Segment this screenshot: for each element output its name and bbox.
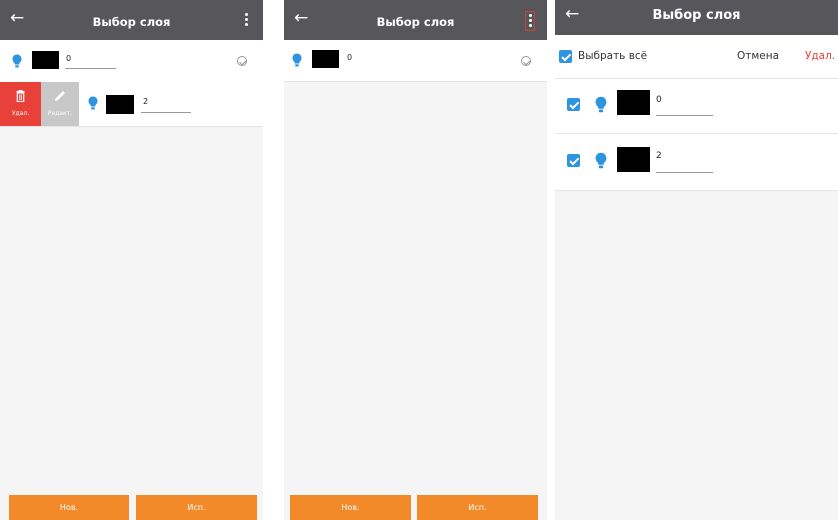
check-circle-icon[interactable] [237,56,247,66]
pencil-icon [55,91,65,101]
new-button[interactable]: Нов. [9,495,129,520]
layer-color-swatch[interactable] [312,50,339,68]
cancel-button[interactable]: Отмена [737,50,779,62]
layer-name: 0 [347,53,353,62]
layer-color-swatch[interactable] [617,147,650,172]
layer-name: 2 [143,97,149,106]
delete-selected-button[interactable]: Удал. [805,50,835,62]
name-underline [141,112,191,113]
layer-color-swatch[interactable] [106,95,134,114]
edit-label: Редакт. [47,110,73,117]
trash-icon [16,90,25,102]
bulb-icon[interactable] [88,96,98,110]
layer-row[interactable]: 0 [555,79,838,134]
name-underline [656,172,713,173]
delete-action-button[interactable]: Удал. [0,82,41,126]
bulb-icon[interactable] [595,152,607,169]
page-title: Выбор слоя [376,15,455,29]
layer-row[interactable]: 0 [284,40,547,82]
layer-name: 0 [66,54,72,63]
name-underline [65,68,116,69]
more-menu-icon[interactable] [245,13,249,28]
layer-color-swatch[interactable] [32,51,59,69]
bulb-icon[interactable] [292,53,302,67]
screen-multi-select: ← Выбор слоя Выбрать всё Отмена Удал. 0 … [555,0,838,520]
layer-name: 0 [656,95,662,105]
selection-toolbar: Выбрать всё Отмена Удал. [555,35,838,79]
row-checkbox[interactable] [567,154,580,167]
edit-action-button[interactable]: Редакт. [41,82,79,126]
delete-label: Удал. [11,110,30,117]
bulb-icon[interactable] [595,96,607,113]
more-menu-icon[interactable] [525,11,535,31]
layer-name: 2 [656,151,662,161]
page-title: Выбор слоя [92,15,171,29]
select-all-checkbox[interactable] [559,50,572,63]
new-button[interactable]: Нов. [290,495,411,520]
check-circle-icon[interactable] [521,56,531,66]
app-bar: ← Выбор слоя [555,0,838,35]
page-title: Выбор слоя [652,8,741,23]
select-all-label[interactable]: Выбрать всё [578,50,647,62]
app-bar: ← Выбор слоя [0,0,263,40]
name-underline [656,115,713,116]
use-button[interactable]: Исп. [136,495,257,520]
layer-row[interactable]: 2 [555,134,838,191]
app-bar: ← Выбор слоя [284,0,547,40]
bulb-icon[interactable] [12,54,22,68]
layer-color-swatch[interactable] [617,90,650,115]
screen-swipe-row: ← Выбор слоя 0 2 Удал. Редакт. Нов. Исп. [0,0,263,520]
layer-row[interactable]: 0 [0,40,263,83]
use-button[interactable]: Исп. [417,495,538,520]
screen-menu-highlight: ← Выбор слоя 0 Нов. Исп. [284,0,547,520]
row-checkbox[interactable] [567,98,580,111]
